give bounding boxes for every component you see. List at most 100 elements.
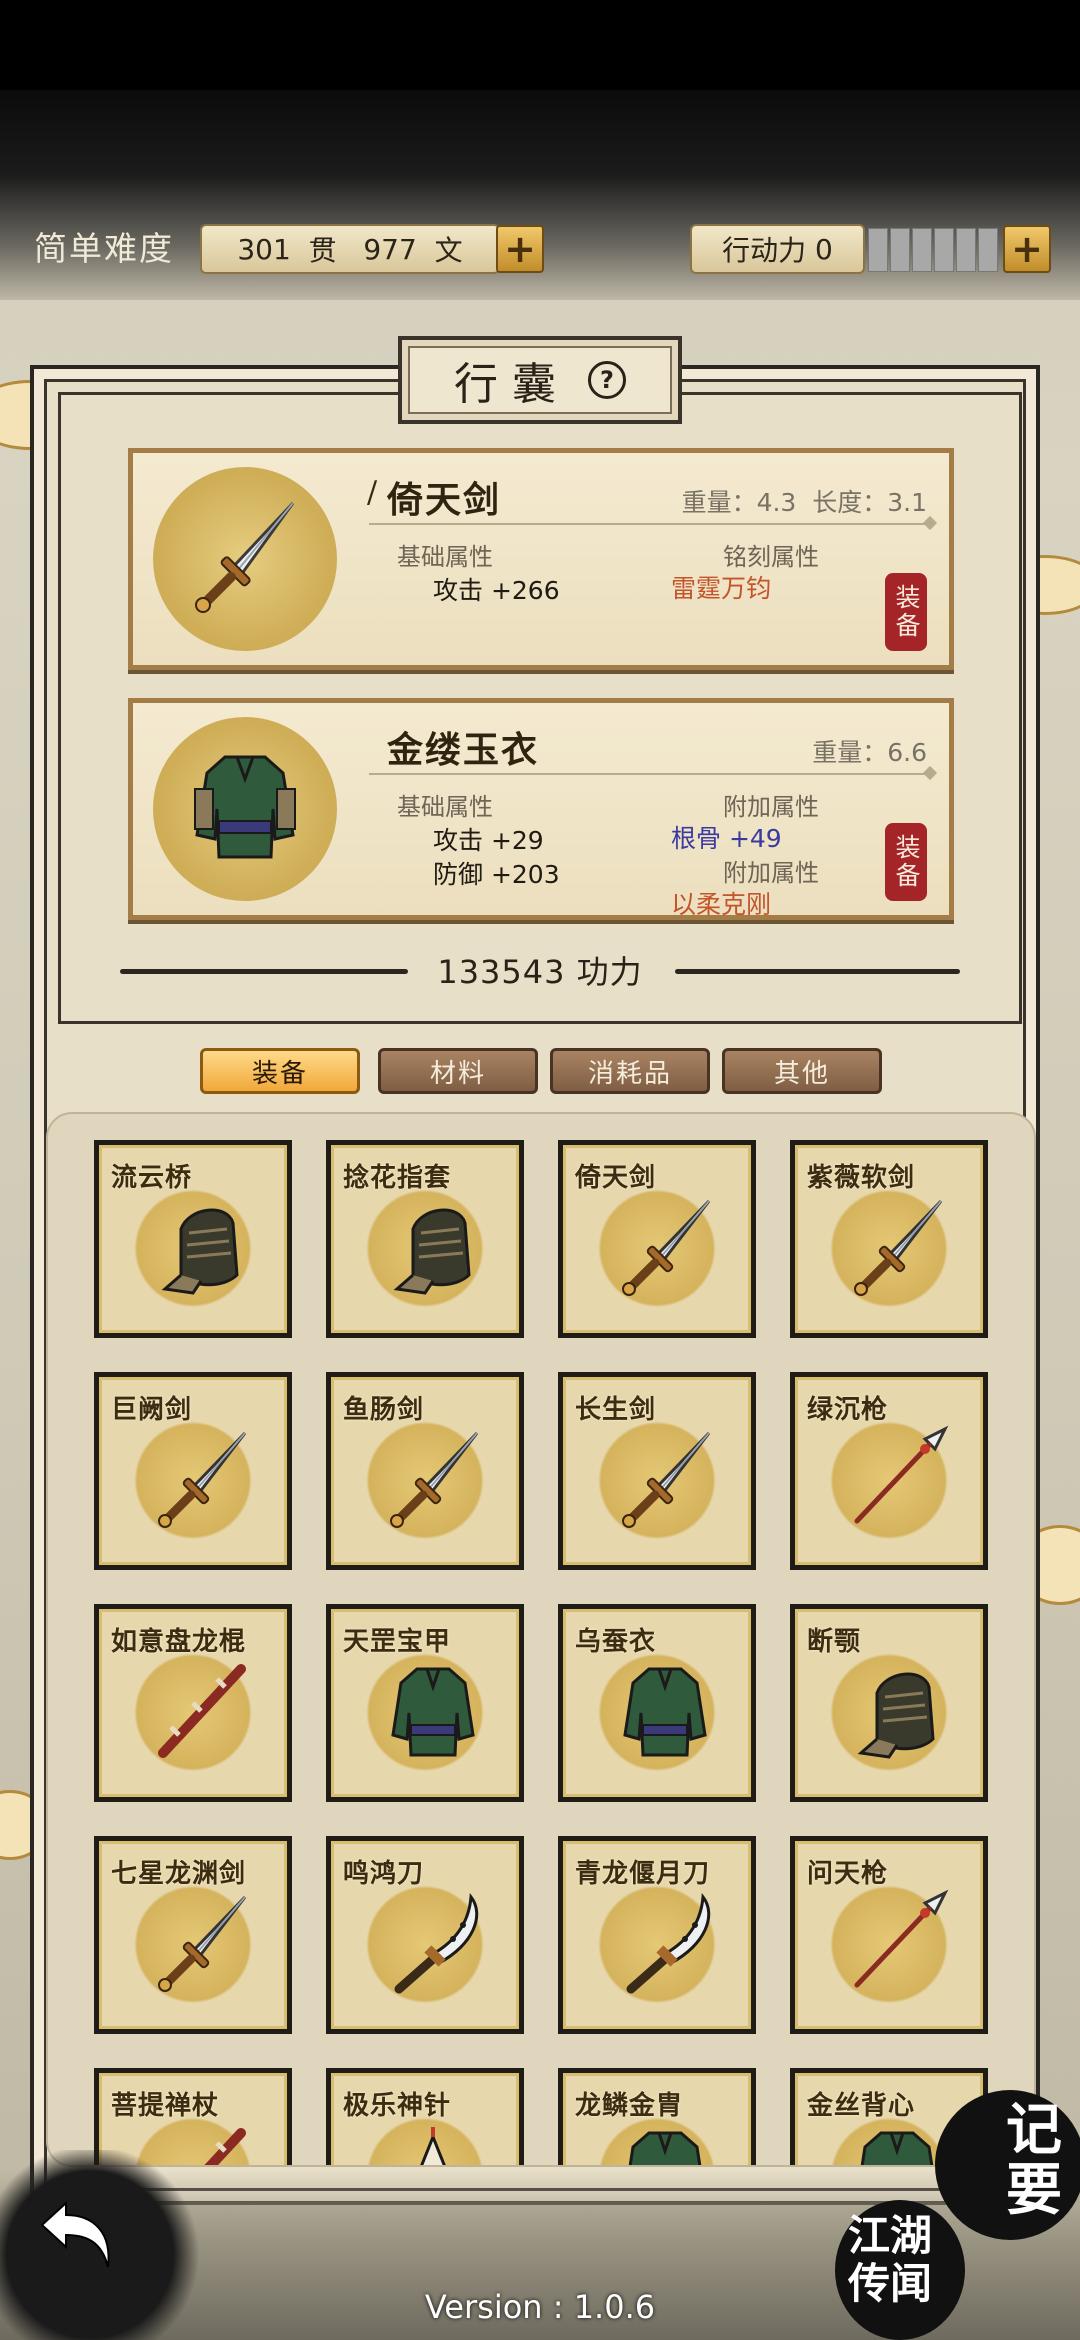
back-arrow-icon[interactable] <box>32 2195 122 2285</box>
spear-icon <box>854 1425 949 1524</box>
extra-attr-value: 根骨 +49 <box>671 824 782 853</box>
extra-attr-label: 附加属性 <box>723 859 819 887</box>
plus-icon: + <box>504 227 536 271</box>
sword-icon <box>158 1895 247 1992</box>
add-action-button[interactable]: + <box>1003 225 1051 273</box>
slot-item-name: 鱼肠剑 <box>343 1395 425 1425</box>
version-label: Version : 1.0.6 <box>424 2288 656 2326</box>
armor-icon <box>623 1667 707 1757</box>
add-money-button[interactable]: + <box>496 225 544 273</box>
memo-button[interactable]: 记要 <box>952 2100 1062 2220</box>
armor-icon <box>391 1667 475 1757</box>
tab-materials[interactable]: 材料 <box>378 1048 538 1094</box>
money-display: 301 贯 977 文 <box>200 224 500 274</box>
divider <box>369 773 929 775</box>
base-attr-label: 基础属性 <box>397 543 493 571</box>
equip-button[interactable]: 装备 <box>885 573 927 651</box>
weapon-medal <box>153 467 337 651</box>
slot-item-name: 极乐神针 <box>343 2091 452 2121</box>
equip-button[interactable]: 装备 <box>885 823 927 901</box>
slot-item-name: 紫薇软剑 <box>807 1163 916 1193</box>
gauntlet-icon <box>857 1672 935 1759</box>
action-label: 行动力 <box>722 234 807 267</box>
equipped-weapon-name: 倚天剑 <box>387 479 502 521</box>
slot-item-name: 断颚 <box>807 1627 862 1657</box>
money-guan-unit: 贯 <box>308 234 337 267</box>
title-plate: 行囊 ? <box>398 336 682 424</box>
inventory-slot[interactable]: 七星龙渊剑 <box>94 1836 292 2034</box>
staff-icon <box>158 1664 246 1758</box>
inventory-slot[interactable]: 青龙偃月刀 <box>558 1836 756 2034</box>
inventory-slot[interactable]: 流云桥 <box>94 1140 292 1338</box>
inventory-slot[interactable]: 天罡宝甲 <box>326 1604 524 1802</box>
power-unit: 功力 <box>576 953 643 991</box>
help-icon[interactable]: ? <box>588 361 626 399</box>
inventory-slot[interactable]: 鸣鸿刀 <box>326 1836 524 2034</box>
divider <box>369 523 929 525</box>
slot-item-name: 问天枪 <box>807 1859 889 1889</box>
inventory-slot[interactable]: 乌蚕衣 <box>558 1604 756 1802</box>
slot-item-name: 金丝背心 <box>807 2091 916 2121</box>
base-stat: 防御 +203 <box>433 860 560 889</box>
extra-attr-label: 附加属性 <box>723 793 819 821</box>
weight-length: 重量：4.3 长度：3.1 <box>682 483 927 519</box>
weapon-length: 长度：3.1 <box>812 488 927 517</box>
armor-medal <box>153 717 337 901</box>
energy-segment <box>868 228 888 272</box>
item-grid[interactable]: 流云桥 捻花指套 倚天剑 紫薇软剑巨阙剑 鱼肠剑 长生剑 绿沉枪如意盘龙棍 天罡宝甲 乌蚕衣 断颚… <box>46 1112 1036 2167</box>
energy-segment <box>912 228 932 272</box>
slot-item-name: 如意盘龙棍 <box>111 1627 247 1657</box>
needle-icon <box>420 2127 446 2165</box>
inventory-slot[interactable]: 巨阙剑 <box>94 1372 292 1570</box>
base-stat: 攻击 +266 <box>433 576 560 605</box>
plus-icon: + <box>1011 227 1043 271</box>
money-guan-value: 301 <box>237 232 291 266</box>
inventory-slot[interactable]: 捻花指套 <box>326 1140 524 1338</box>
sword-icon <box>158 1431 247 1528</box>
money-wen-unit: 文 <box>434 234 463 267</box>
action-points-display: 行动力 0 <box>690 224 865 274</box>
money-wen-value: 977 <box>363 232 417 266</box>
power-row: 133543 功力 <box>120 945 960 995</box>
inventory-slot[interactable]: 长生剑 <box>558 1372 756 1570</box>
broadsword-icon <box>394 1893 479 1994</box>
difficulty-label: 简单难度 <box>34 229 174 268</box>
inventory-slot[interactable]: 断颚 <box>790 1604 988 1802</box>
base-stat: 攻击 +29 <box>433 826 544 855</box>
divider <box>675 969 960 974</box>
gauntlet-icon <box>161 1208 239 1295</box>
inventory-slot[interactable]: 如意盘龙棍 <box>94 1604 292 1802</box>
inventory-slot[interactable]: 问天枪 <box>790 1836 988 2034</box>
armor-icon <box>628 2131 702 2165</box>
slot-item-name: 绿沉枪 <box>807 1395 889 1425</box>
inventory-slot[interactable]: 紫薇软剑 <box>790 1140 988 1338</box>
status-bar <box>0 0 1080 90</box>
inventory-slot[interactable]: 龙鳞金胄 <box>558 2068 756 2165</box>
page-title: 行囊 <box>454 359 570 410</box>
slot-item-name: 长生剑 <box>575 1395 657 1425</box>
inventory-slot[interactable]: 绿沉枪 <box>790 1372 988 1570</box>
slot-item-name: 捻花指套 <box>343 1163 452 1193</box>
sword-icon <box>390 1431 479 1528</box>
engraved-attr-label: 铭刻属性 <box>723 543 819 571</box>
brush-icon: / <box>367 475 378 510</box>
action-value: 0 <box>815 232 833 266</box>
inventory-slot[interactable]: 鱼肠剑 <box>326 1372 524 1570</box>
energy-segment <box>956 228 976 272</box>
power-value: 133543 <box>437 953 566 991</box>
slot-item-name: 青龙偃月刀 <box>575 1859 711 1889</box>
energy-segment <box>934 228 954 272</box>
spear-icon <box>854 1889 949 1988</box>
tab-consumables[interactable]: 消耗品 <box>550 1048 710 1094</box>
sword-icon <box>195 501 295 613</box>
inventory-slot[interactable]: 倚天剑 <box>558 1140 756 1338</box>
slot-item-name: 流云桥 <box>111 1163 193 1193</box>
armor-weight: 重量：6.6 <box>812 738 927 767</box>
extra-attr-value: 以柔克刚 <box>671 890 772 919</box>
equipped-armor-card[interactable]: 金缕玉衣 重量：6.6 基础属性 攻击 +29 防御 +203 附加属性 根骨 … <box>128 698 954 920</box>
sword-icon <box>622 1431 711 1528</box>
tab-equipment[interactable]: 装备 <box>200 1048 360 1094</box>
inventory-slot[interactable]: 极乐神针 <box>326 2068 524 2165</box>
equipped-weapon-card[interactable]: / 倚天剑 重量：4.3 长度：3.1 基础属性 攻击 +266 铭刻属性 雷霆… <box>128 448 954 670</box>
tab-other[interactable]: 其他 <box>722 1048 882 1094</box>
